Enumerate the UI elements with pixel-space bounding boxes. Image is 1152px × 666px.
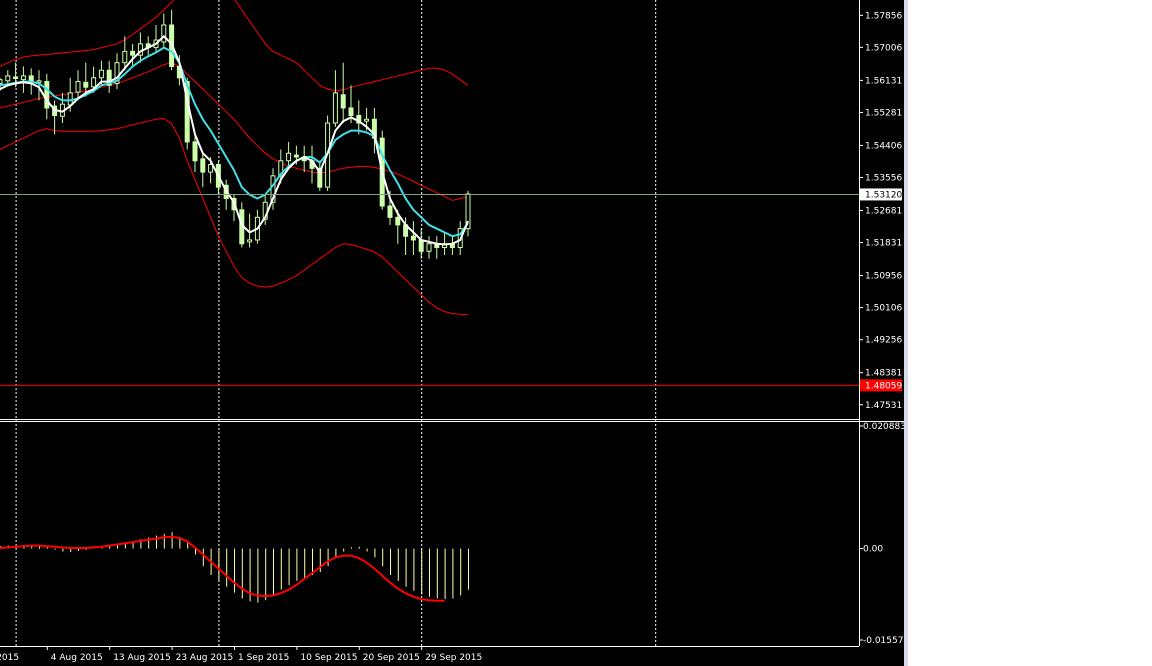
candle: [356, 100, 362, 135]
candle-body-bear: [387, 205, 393, 218]
bid-price-label: 1.53120: [865, 190, 902, 200]
candle-body-bull: [247, 239, 253, 243]
time-tick-label: 2015: [0, 653, 19, 663]
price-tick-label: 1.51831: [865, 239, 902, 249]
price-tick-label: 1.49256: [865, 336, 902, 346]
time-tick-label: 1 Sep 2015: [238, 653, 289, 663]
time-tick-label: 29 Sep 2015: [425, 653, 482, 663]
candle: [137, 32, 143, 63]
candle-body-bear: [83, 81, 89, 88]
candle-body-bear: [418, 239, 424, 252]
candle-body-bull: [364, 118, 370, 122]
price-tick-label: 1.50956: [865, 272, 902, 282]
candle: [200, 153, 206, 188]
candle-body-bear: [410, 235, 416, 241]
candle: [410, 221, 416, 256]
candle: [340, 62, 346, 124]
candle: [114, 53, 120, 90]
candle-body-bear: [13, 76, 19, 80]
candle: [465, 190, 471, 237]
candle: [449, 236, 455, 256]
candle-body-bear: [44, 81, 50, 109]
empty-panel: [908, 0, 1152, 666]
candle: [153, 24, 159, 52]
candle-body-bull: [5, 75, 11, 82]
candles: [0, 9, 471, 259]
candle-body-bear: [348, 107, 354, 116]
candle: [301, 145, 307, 173]
price-tick-label: 1.53556: [865, 174, 902, 184]
candle: [161, 13, 167, 48]
time-tick-label: 23 Aug 2015: [176, 653, 234, 663]
candle-body-bull: [161, 24, 167, 43]
candle-body-bull: [286, 152, 292, 162]
price-tick-label: 1.57006: [865, 43, 902, 53]
time-tick-label: 13 Aug 2015: [113, 653, 171, 663]
time-tick-label: 4 Aug 2015: [51, 653, 103, 663]
candle: [169, 9, 175, 71]
candle-body-bull: [0, 79, 3, 84]
price-tick-label: 1.56131: [865, 76, 902, 86]
candle-body-bull: [20, 75, 26, 81]
price-tick-label: 1.47531: [865, 401, 902, 411]
candle: [75, 70, 81, 101]
price-levels: [0, 193, 859, 386]
macd-indicator: [0, 532, 469, 603]
bollinger-upper-line: [0, 0, 469, 92]
price-tick-label: 1.50106: [865, 304, 902, 314]
indicator-tick-label: 0.020883: [863, 422, 904, 432]
candle: [371, 107, 377, 154]
price-tick-label: 1.55281: [865, 108, 902, 118]
price-tick-label: 1.48381: [865, 369, 902, 379]
candle-body-bull: [75, 81, 81, 93]
candle: [418, 228, 424, 259]
candle-body-bull: [67, 92, 73, 106]
axes: 1.57856 1.57006 1.56131 1.55281 1.54406 1.535…: [0, 0, 904, 663]
candle-body-bear: [200, 158, 206, 173]
candle-body-bull: [332, 92, 338, 124]
candle-body-bull: [426, 243, 432, 252]
candle-body-bull: [98, 69, 104, 79]
candle-body-bull: [208, 164, 214, 173]
chart-window[interactable]: 1.57856 1.57006 1.56131 1.55281 1.54406 1.535…: [0, 0, 904, 666]
candle: [130, 43, 136, 67]
time-tick-label: 10 Sep 2015: [300, 653, 357, 663]
candle: [426, 236, 432, 259]
macd-signal-line: [0, 535, 445, 602]
candle: [20, 66, 26, 93]
candle-body-bear: [293, 154, 299, 158]
indicator-tick-label: 0.00: [863, 545, 883, 555]
time-tick-label: 20 Sep 2015: [363, 653, 420, 663]
indicator-tick-label: -0.015576: [863, 636, 904, 646]
candle: [332, 70, 338, 127]
candle-body-bear: [130, 50, 136, 56]
candle-body-bull: [91, 77, 97, 88]
candle: [434, 236, 440, 259]
chart-canvas[interactable]: 1.57856 1.57006 1.56131 1.55281 1.54406 1.535…: [0, 0, 904, 666]
alert-price-label: 1.48059: [865, 381, 902, 391]
candle: [106, 60, 112, 93]
candle: [59, 92, 65, 124]
candle-body-bear: [192, 141, 198, 162]
candle-body-bear: [395, 216, 401, 226]
price-tick-label: 1.54406: [865, 141, 902, 151]
candle: [145, 36, 151, 56]
candle: [52, 100, 58, 135]
price-tick-label: 1.52681: [865, 207, 902, 217]
bollinger-bands: [0, 0, 469, 316]
price-tick-label: 1.57856: [865, 11, 902, 21]
candle: [317, 160, 323, 191]
candle-body-bull: [122, 50, 128, 64]
candle-body-bear: [340, 94, 346, 109]
